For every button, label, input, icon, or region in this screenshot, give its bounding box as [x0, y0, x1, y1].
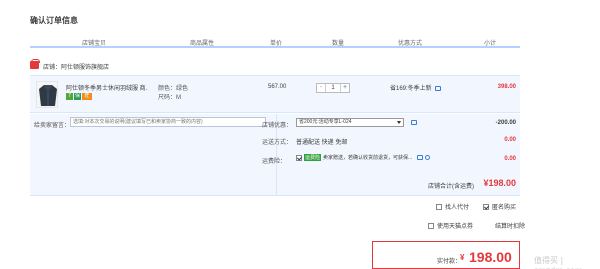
shipping-amount: 0.00 [504, 137, 516, 143]
shop-discount-selected: 省200元:活动专享L-024 [299, 119, 352, 125]
use-points-label: 使用天猫点券 [437, 224, 474, 230]
pay-options: 找人代付 匿名购买 [436, 202, 516, 211]
order-item: 阿仕顿冬季男士休闲羽绒服 商... 7 保 旺 颜色：绿色 尺码：M 567.0… [30, 75, 520, 113]
item-subtotal: 398.00 [497, 84, 516, 90]
col-shop-items: 店铺宝贝 [82, 41, 107, 47]
proxy-pay-checkbox[interactable] [436, 203, 442, 210]
payment-summary: 实付款： ¥ 198.00 [372, 241, 520, 269]
seller-message-input[interactable] [70, 117, 266, 127]
anonymous-option[interactable]: 匿名购买 [483, 202, 516, 211]
insurance-text: 卖家赠送，若确认收货前退货，可获保... [323, 155, 413, 161]
message-label: 给卖家留言： [34, 123, 71, 129]
insurance-checkbox[interactable] [296, 154, 302, 161]
jacket-image [39, 85, 57, 106]
promo-label: 省169:冬季上新 [390, 86, 432, 92]
product-color: 颜色：绿色 [158, 86, 189, 92]
insurance-label: 运费险： [262, 159, 287, 165]
anonymous-checkbox[interactable] [483, 203, 490, 210]
col-unit-price: 单价 [270, 41, 283, 47]
use-points-checkbox[interactable] [428, 222, 434, 229]
shop-total-value: ¥198.00 [483, 178, 516, 188]
insurance-chat-icon[interactable] [417, 155, 424, 160]
product-size: 尺码：M [158, 95, 181, 101]
seven-day-return-icon: 7 [66, 93, 73, 100]
payment-amount: 198.00 [469, 249, 512, 265]
qty-increase-button[interactable]: + [340, 84, 349, 92]
col-subtotal: 小计 [484, 41, 497, 47]
insurance-amount: 0.00 [504, 156, 516, 162]
page-title: 确认订单信息 [30, 16, 78, 25]
service-badges: 7 保 旺 [66, 93, 92, 100]
shop-discount-value: -200.00 [495, 120, 516, 126]
chevron-down-icon [397, 121, 401, 124]
insurance-row: 运费险 卖家赠送，若确认收货前退货，可获保... [296, 154, 431, 161]
watermark: 值得买 | smzdm.com [534, 256, 583, 269]
promo-info-icon[interactable] [434, 85, 441, 91]
promo-text: 省169:冬季上新 [390, 83, 441, 92]
shipping-label: 运送方式： [262, 140, 293, 146]
shop-discount-select[interactable]: 省200元:活动专享L-024 [296, 118, 404, 127]
currency-symbol: ¥ [460, 253, 465, 262]
quantity-stepper: - 1 + [316, 83, 350, 93]
points-options: 使用天猫点券 结算时扣除 [428, 221, 525, 230]
unit-price: 567.00 [268, 84, 287, 90]
product-title-link[interactable]: 阿仕顿冬季男士休闲羽绒服 商... [66, 83, 148, 92]
proxy-pay-option[interactable]: 找人代付 [436, 202, 469, 211]
insurance-tag: 运费险 [304, 154, 322, 161]
guarantee-icon: 保 [74, 93, 81, 100]
shop-row: 店铺：阿仕顿服饰旗舰店 [30, 58, 520, 72]
invoice-note: 结算时扣除 [495, 224, 526, 230]
col-quantity: 数量 [332, 41, 345, 47]
shop-total-label: 店铺合计(含运费) [428, 184, 474, 190]
anonymous-label: 匿名购买 [492, 205, 517, 211]
order-extras: 给卖家留言： 店铺优惠： 省200元:活动专享L-024 -200.00 运送方… [30, 114, 520, 196]
qty-input[interactable]: 1 [326, 84, 340, 92]
qty-decrease-button[interactable]: - [317, 84, 326, 92]
discount-info-icon[interactable] [411, 120, 417, 125]
wangwang-icon[interactable]: 旺 [82, 93, 92, 100]
help-icon[interactable] [425, 155, 431, 160]
proxy-pay-label: 找人代付 [445, 205, 470, 211]
shop-bag-icon [30, 59, 40, 69]
shop-name[interactable]: 店铺：阿仕顿服饰旗舰店 [43, 62, 109, 71]
product-thumbnail[interactable] [36, 81, 58, 108]
use-points-option[interactable]: 使用天猫点券 [428, 221, 473, 230]
shipping-method: 普通配送 快递 免邮 [296, 140, 348, 146]
col-discount: 优惠方式 [398, 41, 423, 47]
payment-label: 实付款： [437, 259, 462, 265]
col-attributes: 商品属性 [190, 41, 215, 47]
shop-discount-label: 店铺优惠： [262, 123, 293, 129]
column-headers: 店铺宝贝 商品属性 单价 数量 优惠方式 小计 [30, 36, 520, 48]
